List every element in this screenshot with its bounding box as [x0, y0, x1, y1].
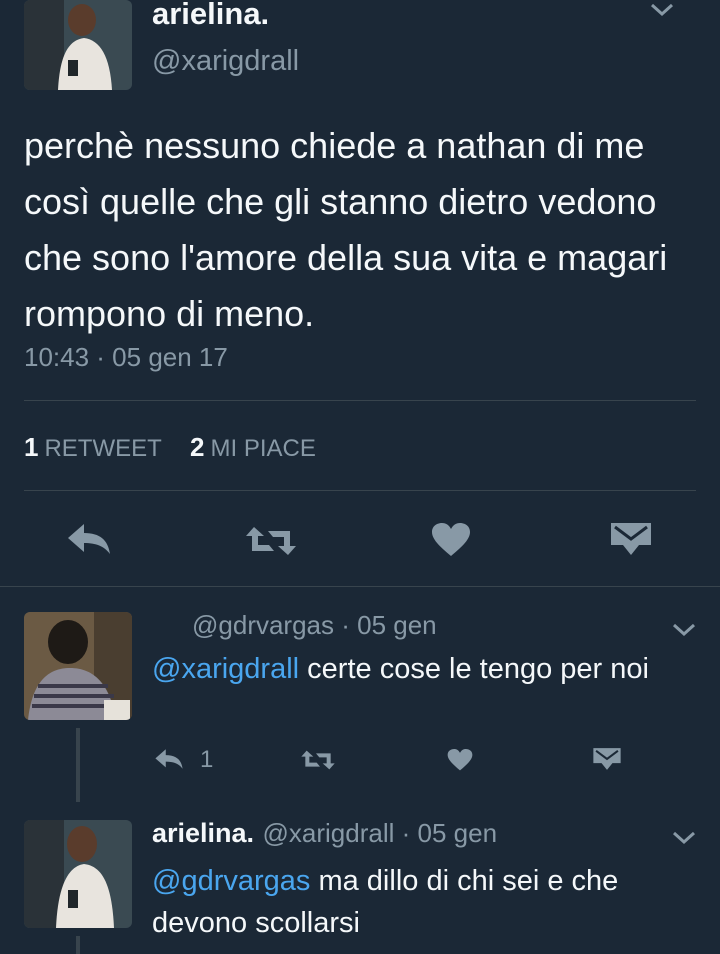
reply-count: 1	[200, 746, 214, 773]
reply-text: @gdrvargas ma dillo di chi sei e che dev…	[152, 860, 692, 944]
author-display-name[interactable]: arielina.	[152, 0, 269, 32]
reply-icon[interactable]	[154, 748, 184, 775]
reply-body: certe cose le tengo per noi	[299, 653, 649, 685]
retweet-icon[interactable]	[300, 749, 336, 776]
avatar-photo-icon	[24, 820, 132, 928]
author-avatar[interactable]	[24, 0, 132, 90]
retweet-stat[interactable]: 1 RETWEET	[24, 432, 162, 462]
chevron-down-icon[interactable]	[672, 830, 696, 851]
direct-message-icon[interactable]	[592, 746, 622, 777]
reply-icon[interactable]	[66, 522, 112, 561]
reply-handle-time[interactable]: @xarigdrall · 05 gen	[263, 818, 498, 848]
direct-message-icon[interactable]	[609, 521, 653, 562]
chevron-down-icon[interactable]	[672, 622, 696, 643]
like-label: MI PIACE	[210, 435, 316, 462]
chevron-down-icon[interactable]	[650, 2, 674, 23]
heart-icon[interactable]	[447, 748, 473, 777]
like-stat[interactable]: 2 MI PIACE	[190, 432, 316, 462]
reply-avatar[interactable]	[24, 612, 132, 720]
tweet-timestamp[interactable]: 10:43 · 05 gen 17	[24, 342, 228, 373]
avatar-photo-icon	[24, 0, 132, 90]
author-handle[interactable]: @xarigdrall	[152, 45, 299, 78]
heart-icon[interactable]	[431, 522, 471, 563]
thread-line	[76, 936, 80, 954]
divider	[0, 586, 720, 587]
reply-header: arielina. @xarigdrall · 05 gen	[152, 818, 497, 849]
retweet-label: RETWEET	[44, 435, 162, 462]
reply-handle-time[interactable]: @gdrvargas · 05 gen	[192, 610, 437, 641]
reply-avatar[interactable]	[24, 820, 132, 928]
like-count: 2	[190, 432, 205, 462]
mention-link[interactable]: @xarigdrall	[152, 653, 299, 685]
reply-text: @xarigdrall certe cose le tengo per noi	[152, 648, 702, 690]
mention-link[interactable]: @gdrvargas	[152, 865, 310, 897]
divider	[24, 400, 696, 401]
thread-line	[76, 728, 80, 802]
tweet-text: perchè nessuno chiede a nathan di me cos…	[24, 125, 668, 334]
retweet-count: 1	[24, 432, 39, 462]
retweet-icon[interactable]	[244, 525, 298, 562]
avatar-photo-icon	[24, 612, 132, 720]
tweet-stats: 1 RETWEET 2 MI PIACE	[24, 432, 316, 463]
divider	[24, 490, 696, 491]
reply-display-name[interactable]: arielina.	[152, 818, 254, 848]
